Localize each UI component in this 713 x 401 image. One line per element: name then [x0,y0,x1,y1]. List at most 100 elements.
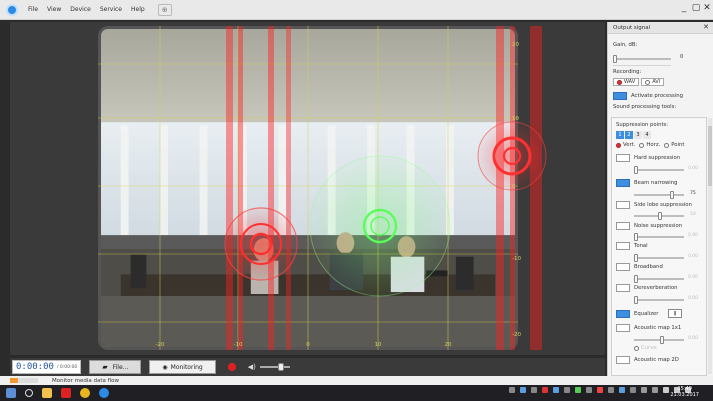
slider-knob[interactable] [634,296,638,304]
tray-icon[interactable] [597,387,603,393]
dereverberation-slider[interactable] [634,296,684,304]
radio-wav[interactable] [617,79,622,85]
volume-icon[interactable]: ◀) [248,363,256,371]
point-4-button[interactable]: 4 [643,131,651,139]
folder-icon: ▰ [102,363,108,371]
mode-vert-radio[interactable] [616,142,621,148]
tray-icon[interactable] [586,387,592,393]
hard-suppression-toggle[interactable] [616,154,630,162]
x-tick: -20 [156,342,165,348]
hard-suppression-label: Hard suppression [634,155,681,161]
mode-horz-radio[interactable] [639,142,645,148]
acoustic-map-1x1-slider[interactable] [634,336,684,344]
slider-knob[interactable] [658,212,662,220]
slider-knob[interactable] [634,166,638,174]
radio-avi[interactable] [645,79,651,85]
curve-radio[interactable] [634,345,639,351]
tray-icon[interactable] [553,387,559,393]
menu-device[interactable]: Device [70,6,91,13]
slider-knob[interactable] [660,336,664,344]
sound-source-primary[interactable] [309,155,451,297]
activate-processing-toggle[interactable] [613,92,627,100]
monitoring-button-label: Monitoring [170,363,203,371]
tonal-slider[interactable] [634,254,684,262]
progress-fill [10,378,19,383]
beam-narrowing-toggle[interactable] [616,179,630,187]
windows-start-icon[interactable] [6,388,16,398]
wifi-icon[interactable] [663,387,669,393]
output-signal-panel: Output signal ✕ Gain, dB: 0 Recording: W… [607,22,713,376]
tray-icon[interactable] [542,387,548,393]
sound-source-left[interactable] [224,207,298,281]
tray-icon[interactable] [630,387,636,393]
curve-option[interactable]: Curve [634,345,657,351]
slider-knob[interactable] [634,233,638,241]
tray-icon[interactable] [520,387,526,393]
side-lobe-slider[interactable] [634,212,684,220]
recording-wav-option[interactable]: WAV [613,78,640,86]
slider-knob[interactable] [634,254,638,262]
x-axis-ticks: -20 -10 0 10 20 [156,342,452,348]
slider-knob[interactable] [670,191,674,199]
panel-scrollbar[interactable] [708,118,712,374]
beam-narrowing-slider[interactable] [634,191,684,199]
hard-suppression-slider[interactable] [634,166,684,174]
noise-suppression-toggle[interactable] [616,222,630,230]
hard-suppression-value: 0.00 [688,166,699,171]
equalizer-settings-icon[interactable]: ⫼ [668,309,682,318]
side-lobe-toggle[interactable] [616,201,630,209]
tonal-toggle[interactable] [616,242,630,250]
pdf-reader-icon[interactable] [61,388,71,398]
gain-label: Gain, dB: [613,42,638,48]
panel-close-icon[interactable]: ✕ [703,23,709,31]
tray-icon[interactable] [575,387,581,393]
side-lobe-label: Side lobe suppression [634,202,692,208]
file-button-label: File... [112,363,129,371]
tray-icon[interactable] [531,387,537,393]
point-2-button[interactable]: 2 [625,131,633,139]
tray-icon[interactable] [619,387,625,393]
close-button[interactable]: ✕ [701,3,713,13]
menu-file[interactable]: File [28,6,38,13]
chrome-icon[interactable] [80,388,90,398]
broadband-slider[interactable] [634,275,684,283]
mode-point-radio[interactable] [664,142,670,148]
tray-icon[interactable] [564,387,570,393]
file-button[interactable]: ▰ File... [89,360,142,374]
acoustic-map-1x1-toggle[interactable] [616,324,630,332]
sound-source-right[interactable] [477,121,547,191]
recording-options: WAV AVI [613,78,665,86]
volume-slider[interactable] [259,363,290,371]
record-button[interactable] [227,363,236,371]
equalizer-toggle[interactable] [616,310,630,318]
tray-icon[interactable] [608,387,614,393]
menu-service[interactable]: Service [100,6,122,13]
noise-suppression-slider[interactable] [634,233,684,241]
taskbar-clock[interactable]: 15:49 21.03.2017 [670,386,699,398]
toolbar-globe-icon[interactable]: ⊕ [157,3,172,16]
menu-view[interactable]: View [47,6,61,13]
y-tick: 10 [512,116,519,122]
monitoring-button[interactable]: ◉ Monitoring [149,360,216,374]
panel-scrollbar-thumb[interactable] [708,126,712,186]
y-tick: -10 [512,256,521,262]
minimize-button[interactable]: _ [678,3,690,13]
gain-slider[interactable] [613,55,671,63]
tray-icon[interactable] [641,387,647,393]
app-taskbar-icon[interactable] [99,388,109,398]
acoustic-map-2d-toggle[interactable] [616,356,630,364]
broadband-toggle[interactable] [616,263,630,271]
dereverberation-toggle[interactable] [616,284,630,292]
point-3-button[interactable]: 3 [634,131,642,139]
tray-icon[interactable] [652,387,658,393]
file-explorer-icon[interactable] [42,388,52,398]
recording-avi-option[interactable]: AVI [641,78,665,86]
point-1-button[interactable]: 1 [616,131,624,139]
slider-knob[interactable] [634,275,638,283]
volume-slider-knob[interactable] [277,363,284,371]
menu-help[interactable]: Help [131,6,145,13]
search-icon[interactable] [25,389,33,397]
panel-title: Output signal ✕ [608,22,713,34]
tray-icon[interactable] [509,387,515,393]
gain-slider-knob[interactable] [613,55,617,63]
